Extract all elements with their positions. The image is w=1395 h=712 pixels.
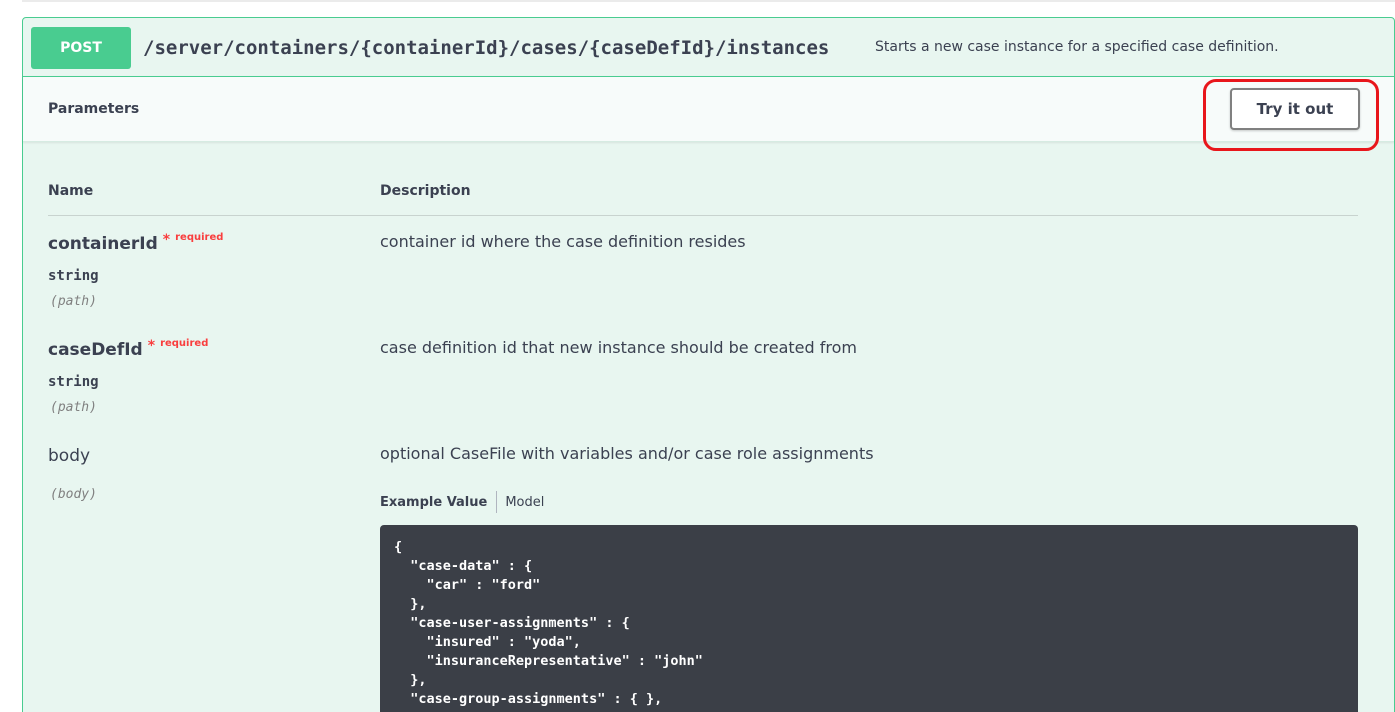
required-label: required — [175, 232, 224, 243]
param-name-casedefid: caseDefId * required — [48, 338, 209, 360]
param-location: (body) — [50, 487, 97, 502]
tab-divider — [496, 491, 498, 513]
operation-block-post: POST /server/containers/{containerId}/ca… — [22, 17, 1395, 712]
param-type: string — [48, 374, 99, 390]
param-description: optional CaseFile with variables and/or … — [380, 444, 874, 463]
required-star: * — [162, 232, 171, 248]
column-header-description: Description — [380, 183, 471, 199]
operation-summary[interactable]: POST /server/containers/{containerId}/ca… — [23, 18, 1394, 76]
param-name-body: body — [48, 446, 90, 466]
param-description: case definition id that new instance sho… — [380, 338, 857, 357]
try-it-out-button[interactable]: Try it out — [1230, 88, 1360, 130]
param-name-label: caseDefId — [48, 340, 143, 360]
param-location: (path) — [50, 400, 97, 415]
operation-summary-text: Starts a new case instance for a specifi… — [875, 39, 1279, 55]
parameters-title: Parameters — [48, 101, 140, 117]
required-star: * — [147, 338, 156, 354]
tab-example-value[interactable]: Example Value — [380, 495, 487, 510]
param-description: container id where the case definition r… — [380, 232, 746, 251]
parameters-header: Parameters Try it out — [23, 76, 1394, 151]
param-name-label: containerId — [48, 234, 158, 254]
param-name-containerid: containerId * required — [48, 232, 224, 254]
body-tabs: Example Value Model — [380, 490, 544, 514]
http-method-badge: POST — [31, 27, 131, 69]
top-divider — [22, 0, 1395, 2]
param-type: string — [48, 268, 99, 284]
param-location: (path) — [50, 294, 97, 309]
required-label: required — [160, 338, 209, 349]
example-value-code[interactable]: { "case-data" : { "car" : "ford" }, "cas… — [380, 525, 1358, 712]
header-divider — [48, 215, 1358, 216]
endpoint-path: /server/containers/{containerId}/cases/{… — [143, 37, 830, 59]
tab-model[interactable]: Model — [505, 495, 544, 510]
param-name-label: body — [48, 446, 91, 466]
column-header-name: Name — [48, 183, 94, 199]
